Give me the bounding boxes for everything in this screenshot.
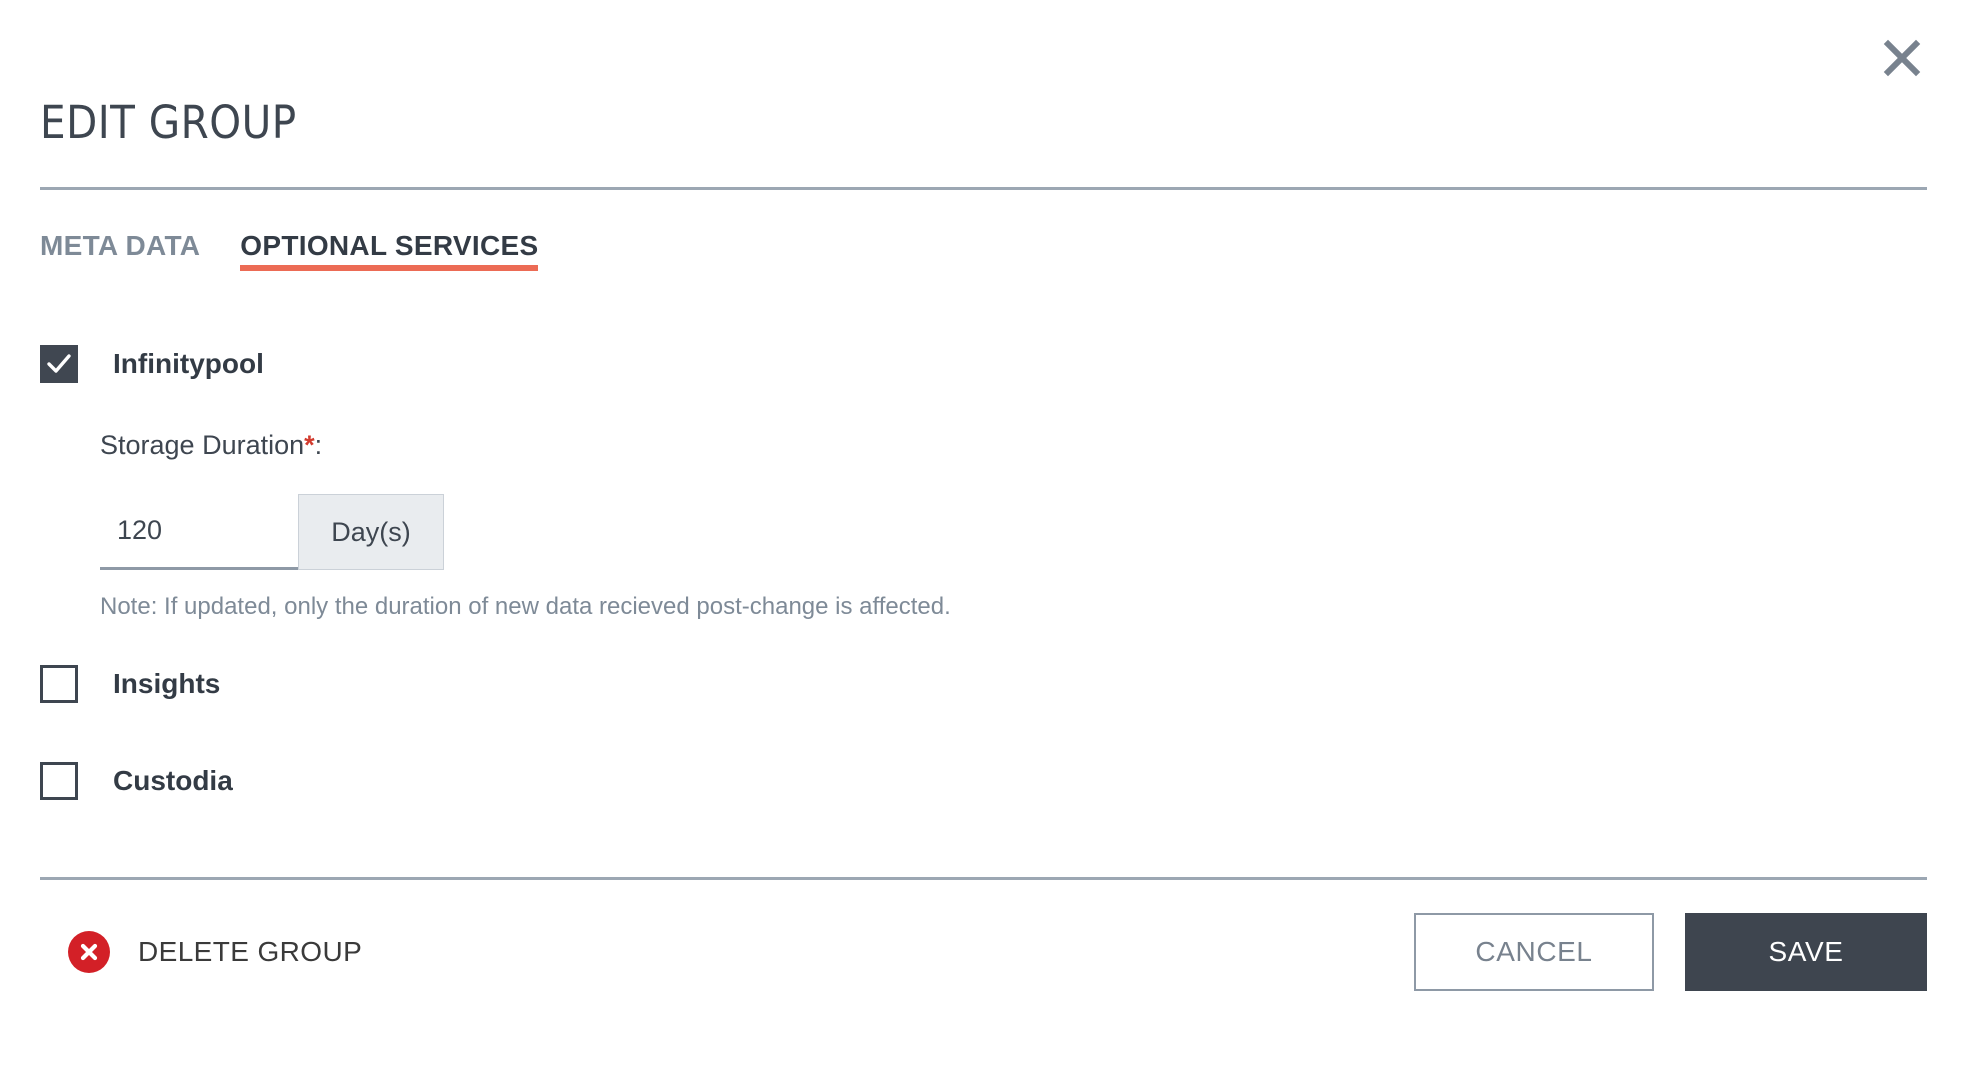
storage-duration-input[interactable] xyxy=(100,500,298,570)
storage-duration-input-group: Day(s) xyxy=(100,494,444,570)
active-tab-indicator xyxy=(240,265,539,271)
tab-meta-data[interactable]: META DATA xyxy=(40,232,200,278)
footer-divider xyxy=(40,877,1927,880)
checkbox-custodia[interactable] xyxy=(40,762,78,800)
save-button[interactable]: SAVE xyxy=(1685,913,1927,991)
storage-duration-label-text: Storage Duration xyxy=(100,430,305,460)
save-button-label: SAVE xyxy=(1768,936,1844,967)
checkbox-infinitypool[interactable] xyxy=(40,345,78,383)
tab-bar: META DATA OPTIONAL SERVICES xyxy=(40,230,539,278)
tab-optional-services[interactable]: OPTIONAL SERVICES xyxy=(240,230,539,278)
service-label-custodia: Custodia xyxy=(113,765,233,796)
storage-duration-label: Storage Duration*: xyxy=(100,432,951,459)
service-row-infinitypool[interactable]: Infinitypool xyxy=(40,345,264,383)
header-divider xyxy=(40,187,1927,190)
service-label-insights: Insights xyxy=(113,668,221,699)
storage-duration-note: Note: If updated, only the duration of n… xyxy=(100,593,951,620)
cancel-button-label: CANCEL xyxy=(1475,936,1593,967)
storage-duration-field: Storage Duration*: Day(s) Note: If updat… xyxy=(100,432,951,622)
page-title: EDIT GROUP xyxy=(40,96,297,149)
storage-duration-unit-addon: Day(s) xyxy=(298,494,444,570)
delete-group-label: DELETE GROUP xyxy=(138,936,363,967)
required-indicator: * xyxy=(304,430,315,460)
service-row-custodia[interactable]: Custodia xyxy=(40,762,233,800)
tab-meta-data-label: META DATA xyxy=(40,230,201,261)
edit-group-dialog: EDIT GROUP META DATA OPTIONAL SERVICES I… xyxy=(0,0,1966,1090)
service-row-insights[interactable]: Insights xyxy=(40,665,220,703)
delete-group-button[interactable]: DELETE GROUP xyxy=(68,913,362,991)
close-icon[interactable] xyxy=(1876,32,1928,84)
service-label-infinitypool: Infinitypool xyxy=(113,348,264,379)
circle-x-icon xyxy=(68,931,110,973)
tab-optional-services-label: OPTIONAL SERVICES xyxy=(240,230,539,261)
cancel-button[interactable]: CANCEL xyxy=(1414,913,1654,991)
checkbox-insights[interactable] xyxy=(40,665,78,703)
storage-duration-label-suffix: : xyxy=(314,430,323,460)
